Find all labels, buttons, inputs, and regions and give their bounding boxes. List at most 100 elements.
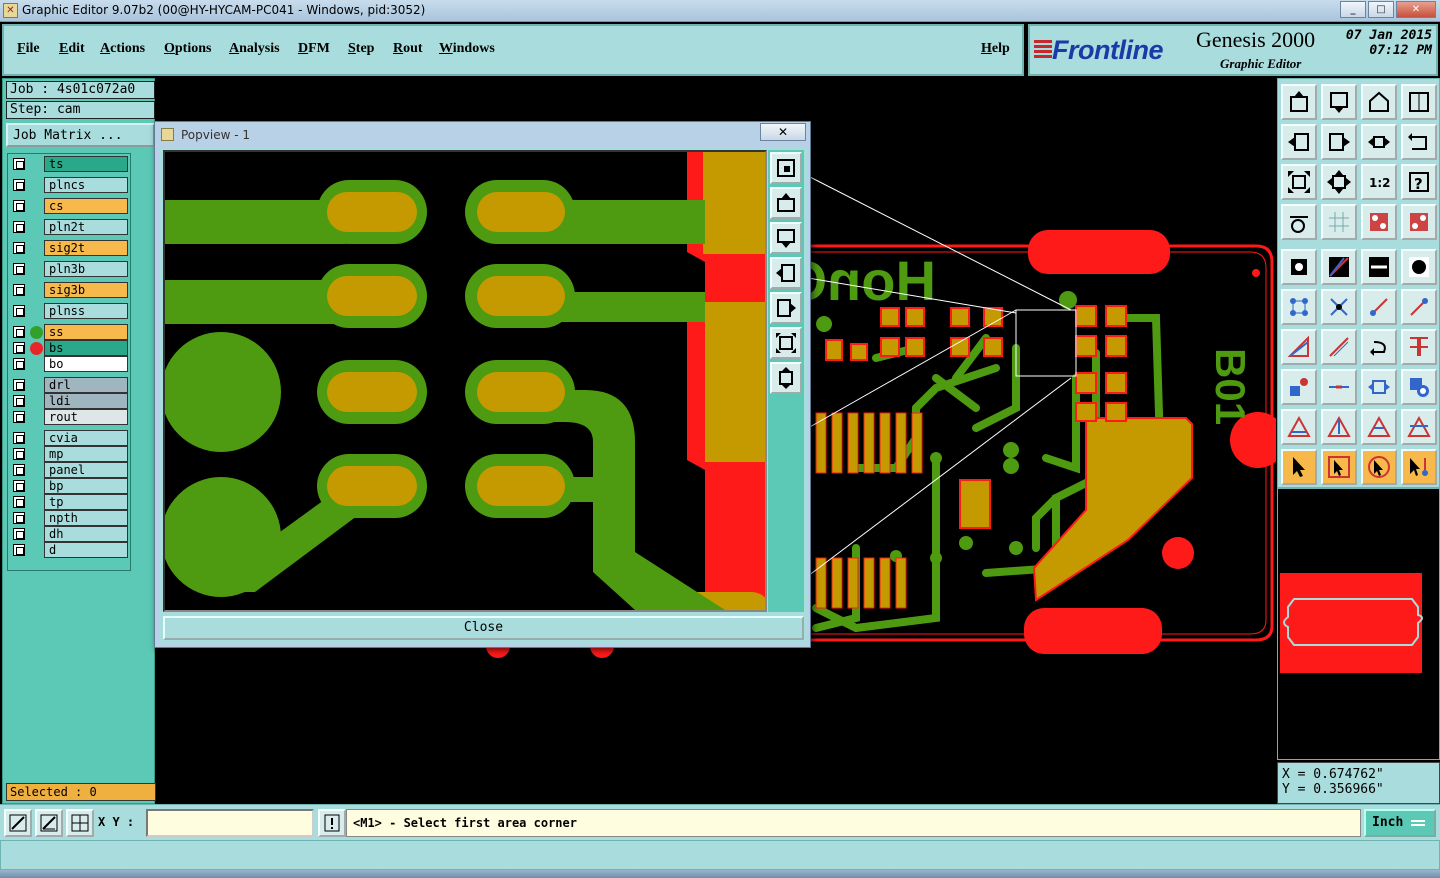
menu-edit[interactable]: Edit [59, 41, 85, 57]
layer-checkbox[interactable] [13, 158, 25, 170]
triangle-flip-button[interactable] [1401, 409, 1437, 445]
menu-step[interactable]: Step [348, 41, 374, 57]
layer-row-mp[interactable]: mp [10, 446, 128, 462]
zoom-in-button[interactable] [1361, 124, 1397, 160]
layer-name[interactable]: dh [44, 526, 128, 542]
layer-name[interactable]: pln3b [44, 261, 128, 277]
resize-button[interactable] [1361, 369, 1397, 405]
layer-name[interactable]: plnss [44, 303, 128, 319]
layer-checkbox[interactable] [13, 432, 25, 444]
layer-name[interactable]: bs [44, 340, 128, 356]
layer-name[interactable]: ldi [44, 393, 128, 409]
layer-features-button[interactable] [1361, 204, 1397, 240]
rotate-button[interactable] [1401, 289, 1437, 325]
popview-zoom-out-button[interactable] [770, 362, 802, 394]
measure-button[interactable] [1281, 204, 1317, 240]
connect-button[interactable] [1281, 289, 1317, 325]
menu-analysis[interactable]: Analysis [229, 41, 280, 57]
cut-line-button[interactable] [1321, 369, 1357, 405]
layer-name[interactable]: sig2t [44, 240, 128, 256]
layer-checkbox[interactable] [13, 395, 25, 407]
layer-checkbox[interactable] [13, 242, 25, 254]
undo-button[interactable] [1361, 329, 1397, 365]
group-button[interactable] [1401, 369, 1437, 405]
pan-right-button[interactable] [1321, 124, 1357, 160]
layer-name[interactable]: bo [44, 356, 128, 372]
triangle-up-button[interactable] [1321, 409, 1357, 445]
layer-checkbox[interactable] [13, 326, 25, 338]
layer-checkbox[interactable] [13, 263, 25, 275]
copy-button[interactable] [1361, 289, 1397, 325]
maximize-button[interactable]: □ [1368, 1, 1394, 18]
menu-windows[interactable]: Windows [439, 41, 495, 57]
snap-angle-button[interactable] [35, 809, 63, 837]
layer-row-tp[interactable]: tp [10, 494, 128, 510]
layer-checkbox[interactable] [13, 284, 25, 296]
edit-line-button[interactable] [1321, 329, 1357, 365]
menu-rout[interactable]: Rout [393, 41, 423, 57]
units-selector[interactable]: Inch [1364, 809, 1436, 837]
mirror-button[interactable] [1401, 329, 1437, 365]
layer-row-drl[interactable]: drl [10, 377, 128, 393]
pointer-select-button[interactable] [1321, 449, 1357, 485]
layer-row-pln3b[interactable]: pln3b [10, 261, 128, 277]
ruler-button[interactable] [1361, 249, 1397, 285]
circle-pad-button[interactable] [1401, 249, 1437, 285]
pointer-route-button[interactable] [1401, 449, 1437, 485]
window-split-button[interactable] [1401, 84, 1437, 120]
layer-checkbox[interactable] [13, 512, 25, 524]
page-up-button[interactable] [1281, 84, 1317, 120]
layer-checkbox[interactable] [13, 358, 25, 370]
layer-name[interactable]: cvia [44, 430, 128, 446]
angle-button[interactable] [1281, 329, 1317, 365]
layer-checkbox[interactable] [13, 480, 25, 492]
layer-row-panel[interactable]: panel [10, 462, 128, 478]
pointer-button[interactable] [1281, 449, 1317, 485]
popview-zoom-fit-button[interactable] [770, 327, 802, 359]
zoom-center-button[interactable] [1321, 164, 1357, 200]
grid-button[interactable] [1321, 204, 1357, 240]
snap-diagonal-button[interactable] [4, 809, 32, 837]
layer-row-plncs[interactable]: plncs [10, 177, 128, 193]
popview-zoom-window-button[interactable] [770, 152, 802, 184]
popview-pan-right-button[interactable] [770, 292, 802, 324]
menu-dfm[interactable]: DFM [298, 41, 330, 57]
popview-canvas[interactable] [163, 150, 767, 612]
redraw-button[interactable] [1401, 124, 1437, 160]
menu-help[interactable]: Help [981, 41, 1010, 57]
layer-checkbox[interactable] [13, 448, 25, 460]
layer-name[interactable]: drl [44, 377, 128, 393]
layer-name[interactable]: mp [44, 446, 128, 462]
popview-pan-up-button[interactable] [770, 187, 802, 219]
line-button[interactable] [1321, 249, 1357, 285]
zoom-ratio-button[interactable]: 1:2 [1361, 164, 1397, 200]
layer-checkbox[interactable] [13, 464, 25, 476]
layer-name[interactable]: cs [44, 198, 128, 214]
job-matrix-button[interactable]: Job Matrix ... [6, 123, 155, 147]
pan-left-button[interactable] [1281, 124, 1317, 160]
layer-row-dh[interactable]: dh [10, 526, 128, 542]
layer-name[interactable]: d [44, 542, 128, 558]
layer-checkbox[interactable] [13, 496, 25, 508]
layer-row-d[interactable]: d [10, 542, 128, 558]
zoom-fit-button[interactable] [1281, 164, 1317, 200]
layer-row-cvia[interactable]: cvia [10, 430, 128, 446]
layer-checkbox[interactable] [13, 305, 25, 317]
layer-checkbox[interactable] [13, 528, 25, 540]
layer-name[interactable]: ss [44, 324, 128, 340]
layer-compare-button[interactable] [1401, 204, 1437, 240]
popview-close-x-button[interactable]: ✕ [760, 123, 806, 141]
home-button[interactable] [1361, 84, 1397, 120]
layer-name[interactable]: sig3b [44, 282, 128, 298]
layer-row-cs[interactable]: cs [10, 198, 128, 214]
layer-name[interactable]: npth [44, 510, 128, 526]
alert-button[interactable] [318, 809, 346, 837]
layer-row-ts[interactable]: ts [10, 156, 128, 172]
layer-row-sig2t[interactable]: sig2t [10, 240, 128, 256]
layer-checkbox[interactable] [13, 411, 25, 423]
layer-checkbox[interactable] [13, 200, 25, 212]
layer-checkbox[interactable] [13, 342, 25, 354]
board-overview[interactable] [1277, 488, 1440, 760]
triangle-select-button[interactable] [1281, 409, 1317, 445]
popview-pan-left-button[interactable] [770, 257, 802, 289]
